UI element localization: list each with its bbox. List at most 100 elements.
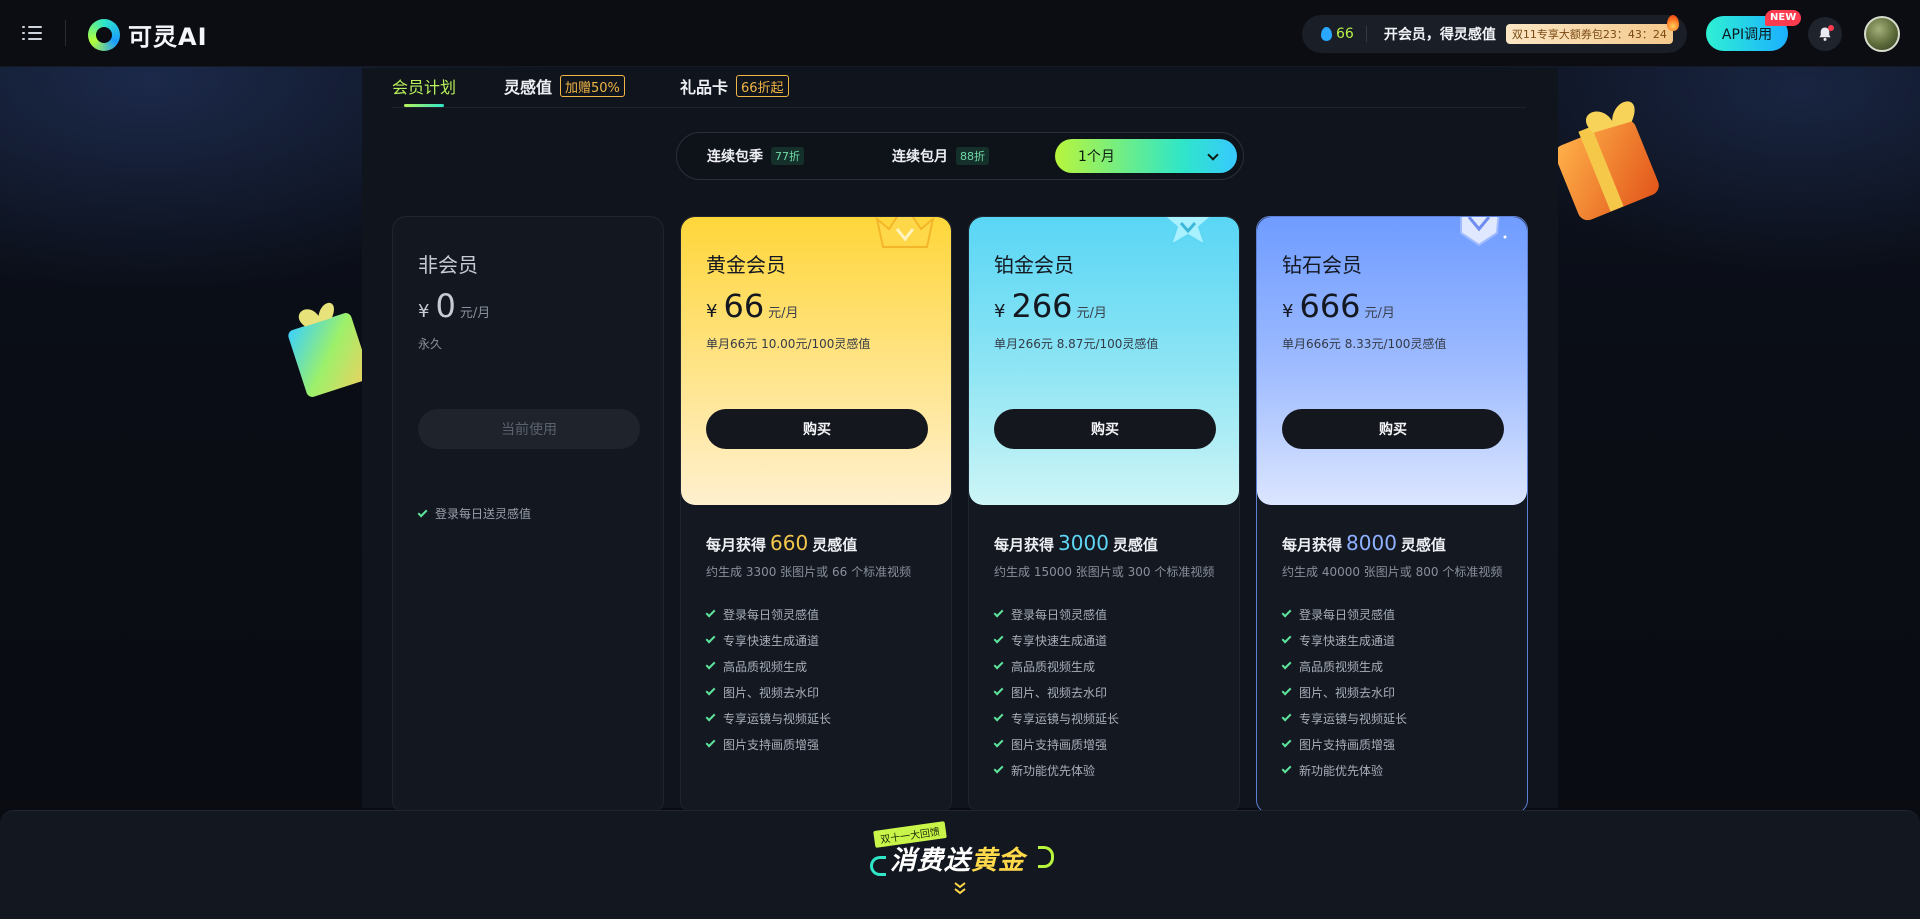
price-unit: 元/月 — [1364, 306, 1395, 321]
points-vip-bar[interactable]: 66 开会员，得灵感值 双11专享大额券包23：43：24 — [1302, 15, 1687, 53]
feature-text: 图片、视频去水印 — [1011, 685, 1108, 700]
promo-title-gold: 黄金 — [971, 846, 1026, 876]
price-value: 66 — [723, 287, 765, 325]
feature-item: 图片、视频去水印 — [993, 679, 1119, 705]
feature-text: 图片、视频去水印 — [1299, 685, 1396, 700]
tab-inspiration[interactable]: 灵感值 加赠50% — [504, 74, 625, 98]
feature-item: 图片、视频去水印 — [1281, 679, 1407, 705]
billing-period-selector: 连续包季 77折 连续包月 88折 1个月 — [676, 132, 1244, 180]
plan-price: ¥ 0 元/月 — [418, 287, 490, 325]
feature-item: 图片、视频去水印 — [705, 679, 831, 705]
dropdown-value: 1个月 — [1078, 149, 1115, 165]
billing-label: 连续包月 — [892, 149, 948, 165]
monthly-suffix: 灵感值 — [812, 536, 858, 554]
monthly-suffix: 灵感值 — [1400, 536, 1446, 554]
gift-box-icon — [1558, 101, 1659, 221]
plan-price: ¥ 666 元/月 — [1282, 287, 1395, 325]
monthly-points: 每月获得 3000 灵感值 — [994, 531, 1158, 555]
crown-icon — [875, 217, 935, 248]
double-chevron-down-icon[interactable] — [952, 880, 968, 896]
check-icon — [993, 711, 1004, 722]
check-icon — [993, 633, 1004, 644]
plan-subnote: 单月266元 8.87元/100灵感值 — [994, 337, 1159, 351]
billing-period-dropdown[interactable]: 1个月 — [1055, 139, 1237, 173]
feature-item: 新功能优先体验 — [1281, 757, 1407, 783]
plan-tabs: 会员计划 灵感值 加赠50% 礼品卡 66折起 — [392, 70, 1526, 108]
check-icon — [417, 507, 428, 517]
plan-name: 非会员 — [418, 253, 478, 277]
price-unit: 元/月 — [1076, 306, 1107, 321]
billing-option-quarterly[interactable]: 连续包季 77折 — [707, 133, 804, 179]
tab-membership[interactable]: 会员计划 — [392, 74, 456, 98]
logo[interactable]: 可灵AI — [88, 17, 208, 52]
check-icon — [1281, 633, 1292, 644]
monthly-points: 每月获得 660 灵感值 — [706, 531, 857, 555]
tab-label: 会员计划 — [392, 78, 457, 97]
check-icon — [1281, 763, 1292, 774]
feature-text: 登录每日领灵感值 — [1011, 607, 1108, 622]
notification-button[interactable] — [1808, 17, 1842, 51]
currency-symbol: ¥ — [706, 301, 718, 322]
chevron-down-icon — [1207, 149, 1219, 161]
monthly-points-value: 8000 — [1346, 531, 1397, 555]
gift-box-icon — [288, 302, 362, 397]
promo-title-white: 消费送 — [890, 846, 972, 876]
feature-item: 专享快速生成通道 — [1281, 627, 1407, 653]
price-value: 0 — [435, 287, 456, 325]
vip-prompt[interactable]: 开会员，得灵感值 — [1384, 24, 1496, 44]
logo-icon — [88, 18, 120, 51]
check-icon — [1281, 685, 1292, 696]
price-value: 666 — [1299, 287, 1361, 325]
tab-label: 礼品卡 — [680, 78, 729, 97]
feature-text: 专享快速生成通道 — [1299, 633, 1396, 648]
feature-list: 登录每日领灵感值 专享快速生成通道 高品质视频生成 图片、视频去水印 专享运镜与… — [993, 601, 1119, 783]
feature-text: 专享运镜与视频延长 — [1299, 711, 1408, 726]
buy-button[interactable]: 购买 — [706, 409, 928, 449]
feature-list: 登录每日领灵感值 专享快速生成通道 高品质视频生成 图片、视频去水印 专享运镜与… — [1281, 601, 1408, 783]
check-icon — [993, 763, 1004, 774]
check-icon — [705, 685, 716, 696]
coupon-badge[interactable]: 双11专享大额券包23：43：24 — [1505, 15, 1679, 44]
feature-item: 高品质视频生成 — [993, 653, 1119, 679]
avatar[interactable] — [1864, 16, 1900, 52]
feature-text: 图片、视频去水印 — [723, 685, 820, 700]
feature-text: 高品质视频生成 — [1011, 659, 1096, 674]
generation-note: 约生成 3300 张图片或 66 个标准视频 — [706, 565, 912, 579]
plan-name: 钻石会员 — [1282, 253, 1362, 277]
feature-text: 登录每日领灵感值 — [723, 607, 820, 622]
check-icon — [993, 607, 1004, 618]
logo-text: 可灵AI — [128, 23, 208, 51]
divider — [65, 20, 66, 46]
check-icon — [993, 659, 1004, 670]
feature-item: 高品质视频生成 — [1281, 653, 1407, 679]
monthly-points: 每月获得 8000 灵感值 — [1282, 531, 1446, 555]
discount-tag: 88折 — [956, 147, 989, 165]
feature-text: 图片支持画质增强 — [723, 737, 820, 752]
feature-item: 登录每日送灵感值 — [417, 505, 531, 522]
monthly-suffix: 灵感值 — [1112, 536, 1158, 554]
promo-banner[interactable]: 双十一大回馈 消费送黄金 — [870, 821, 1054, 886]
swirl-decoration — [870, 856, 886, 876]
billing-option-monthly[interactable]: 连续包月 88折 — [892, 133, 989, 179]
plan-subnote: 单月66元 10.00元/100灵感值 — [706, 337, 871, 351]
feature-item: 专享快速生成通道 — [705, 627, 831, 653]
price-unit: 元/月 — [459, 306, 491, 321]
menu-icon[interactable] — [22, 24, 42, 42]
feature-item: 专享运镜与视频延长 — [1281, 705, 1408, 731]
feature-text: 专享运镜与视频延长 — [723, 711, 832, 726]
diamond-icon — [1460, 217, 1507, 247]
tab-gift-card[interactable]: 礼品卡 66折起 — [680, 74, 789, 98]
feature-item: 专享运镜与视频延长 — [705, 705, 832, 731]
price-value: 266 — [1011, 287, 1073, 325]
feature-text: 登录每日领灵感值 — [1299, 607, 1396, 622]
currency-symbol: ¥ — [1282, 301, 1294, 322]
check-icon — [705, 737, 716, 748]
feature-text: 专享快速生成通道 — [723, 633, 820, 648]
tab-badge: 加赠50% — [560, 75, 625, 97]
buy-button[interactable]: 购买 — [1282, 409, 1504, 449]
check-icon — [1281, 737, 1292, 748]
currency-symbol: ¥ — [418, 301, 430, 322]
plan-price: ¥ 266 元/月 — [994, 287, 1107, 325]
buy-button[interactable]: 购买 — [994, 409, 1216, 449]
points-count: 66 — [1336, 26, 1354, 42]
